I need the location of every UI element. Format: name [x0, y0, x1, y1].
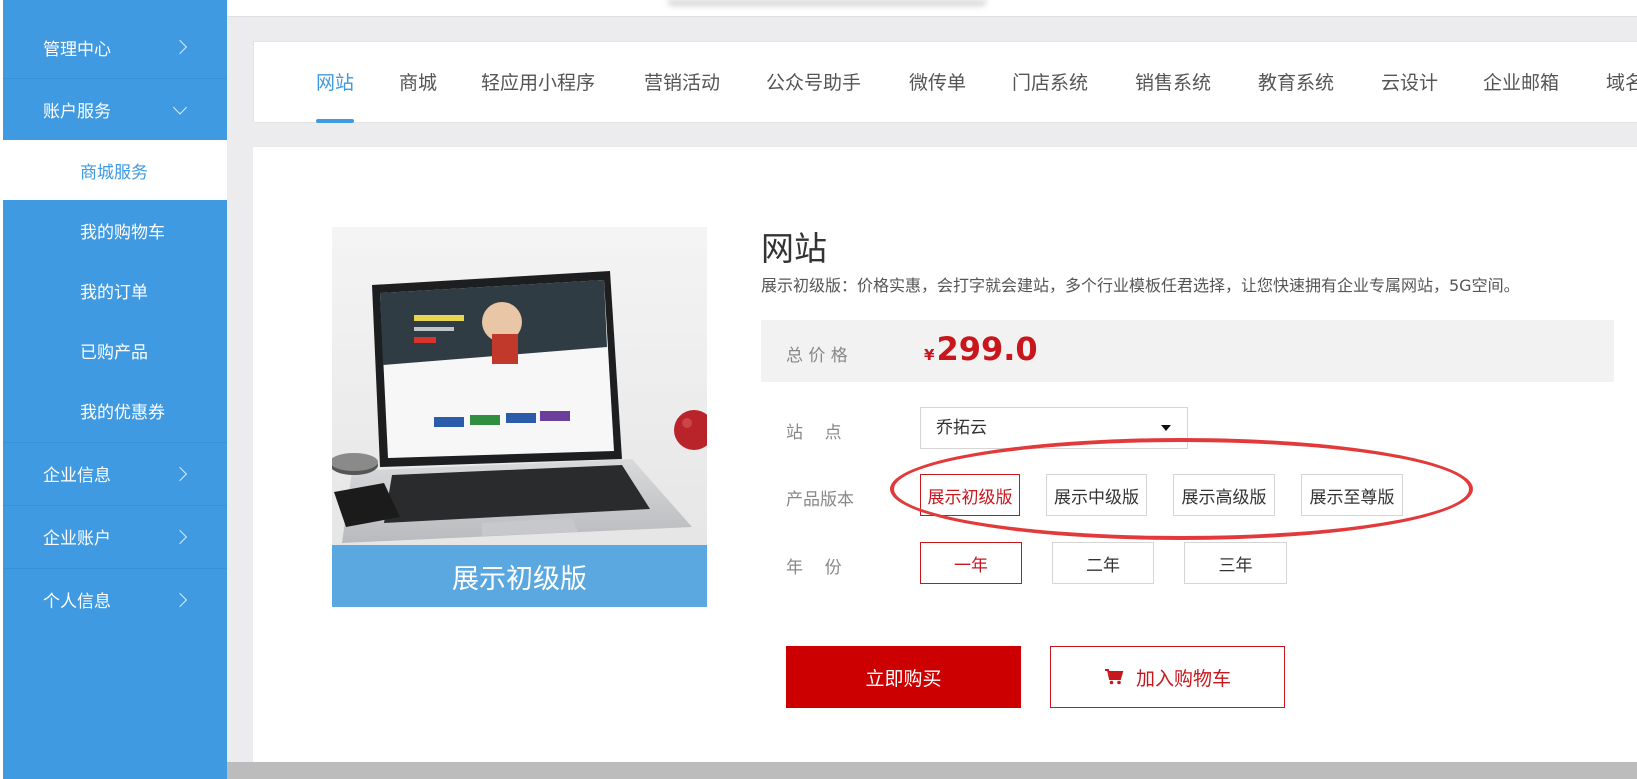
total-price: ¥299.0 [924, 330, 1038, 368]
version-option-advanced[interactable]: 展示高级版 [1173, 474, 1275, 516]
chevron-right-icon [172, 529, 188, 544]
chevron-right-icon [172, 466, 188, 481]
tab-education-system[interactable]: 教育系统 [1258, 42, 1334, 124]
version-option-intermediate[interactable]: 展示中级版 [1046, 474, 1147, 516]
price-value: 299.0 [936, 330, 1038, 368]
tab-micro-flyer[interactable]: 微传单 [909, 42, 966, 124]
sidebar-subitem-label: 我的购物车 [80, 222, 165, 243]
sidebar-subitem-label: 我的优惠券 [80, 402, 165, 423]
year-option-two[interactable]: 二年 [1052, 542, 1154, 584]
tab-light-app[interactable]: 轻应用小程序 [481, 42, 595, 124]
buy-now-button[interactable]: 立即购买 [786, 646, 1021, 708]
tab-enterprise-mail[interactable]: 企业邮箱 [1483, 42, 1559, 124]
horizontal-scrollbar[interactable] [227, 762, 1637, 779]
sidebar-subitem-my-coupons[interactable]: 我的优惠券 [3, 380, 227, 440]
version-label: 产品版本 [786, 490, 854, 510]
product-title: 网站 [761, 229, 827, 268]
top-header-strip [227, 0, 1637, 17]
year-label: 年 份 [786, 558, 842, 578]
sidebar-item-company-info[interactable]: 企业信息 [3, 442, 227, 504]
sidebar-item-label: 账户服务 [43, 102, 111, 122]
sidebar-subitem-label: 商城服务 [80, 162, 148, 183]
price-label: 总 价 格 [786, 346, 848, 366]
tab-website[interactable]: 网站 [316, 42, 355, 124]
cart-icon [1104, 669, 1124, 685]
chevron-right-icon [172, 592, 188, 607]
sidebar-item-personal-info[interactable]: 个人信息 [3, 568, 227, 630]
sidebar-subitem-my-orders[interactable]: 我的订单 [3, 260, 227, 320]
sidebar-subitem-my-cart[interactable]: 我的购物车 [3, 200, 227, 260]
chevron-down-icon [172, 99, 188, 115]
site-select-value: 乔拓云 [936, 418, 987, 438]
version-option-premium[interactable]: 展示至尊版 [1301, 474, 1403, 516]
currency-symbol: ¥ [924, 346, 935, 364]
sidebar-item-label: 管理中心 [43, 39, 111, 60]
sidebar-subitem-purchased-products[interactable]: 已购产品 [3, 320, 227, 380]
sidebar-item-label: 企业信息 [43, 466, 111, 486]
product-image-caption: 展示初级版 [332, 545, 707, 607]
sidebar-item-label: 企业账户 [43, 529, 111, 549]
tab-sales-system[interactable]: 销售系统 [1135, 42, 1211, 124]
laptop-illustration [332, 227, 707, 545]
tab-wechat-assistant[interactable]: 公众号助手 [766, 42, 861, 124]
price-panel [761, 320, 1614, 382]
product-description: 展示初级版：价格实惠，会打字就会建站，多个行业模板任君选择，让您快速拥有企业专属… [761, 276, 1520, 295]
tab-store-system[interactable]: 门店系统 [1012, 42, 1088, 124]
year-option-three[interactable]: 三年 [1184, 542, 1287, 584]
sidebar-subitem-label: 我的订单 [80, 282, 148, 303]
year-option-one[interactable]: 一年 [920, 542, 1022, 584]
sidebar-item-label: 个人信息 [43, 592, 111, 612]
tab-mall[interactable]: 商城 [399, 42, 437, 124]
sidebar-item-account-services[interactable]: 账户服务 [3, 78, 227, 140]
sidebar-subitem-mall-services[interactable]: 商城服务 [3, 140, 227, 200]
add-to-cart-label: 加入购物车 [1135, 667, 1231, 690]
site-select[interactable]: 乔拓云 [920, 407, 1188, 449]
sidebar: 管理中心 账户服务 商城服务 我的购物车 我的订单 已购产品 我的优惠券 企业信… [0, 0, 227, 779]
sidebar-item-management-center[interactable]: 管理中心 [3, 16, 227, 78]
tab-cloud-design[interactable]: 云设计 [1381, 42, 1438, 124]
product-category-tabs: 网站 商城 轻应用小程序 营销活动 公众号助手 微传单 门店系统 销售系统 教育… [253, 41, 1637, 123]
tab-domain[interactable]: 域名 [1606, 42, 1637, 124]
caret-down-icon [1161, 425, 1171, 431]
sidebar-subitem-label: 已购产品 [80, 342, 148, 363]
site-label: 站 点 [786, 423, 842, 443]
chevron-right-icon [172, 39, 188, 55]
add-to-cart-button[interactable]: 加入购物车 [1050, 646, 1285, 708]
sidebar-item-company-account[interactable]: 企业账户 [3, 505, 227, 567]
tab-marketing[interactable]: 营销活动 [644, 42, 720, 124]
version-option-basic[interactable]: 展示初级版 [920, 474, 1020, 516]
